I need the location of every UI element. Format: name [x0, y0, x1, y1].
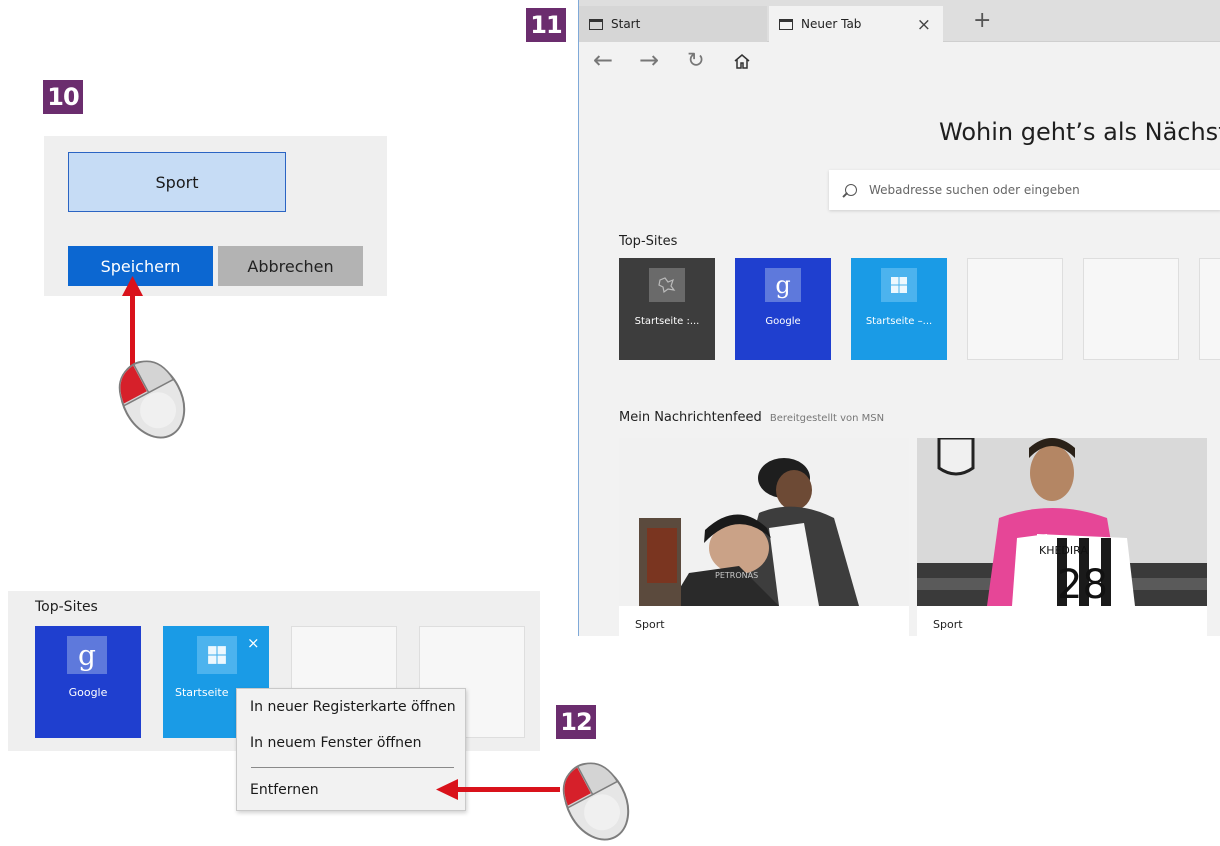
news-image: KHEDIRA 28: [917, 438, 1207, 606]
forward-icon[interactable]: →: [639, 46, 659, 74]
menu-item-open-new-tab[interactable]: In neuer Registerkarte öffnen: [250, 699, 456, 715]
jersey-number: 28: [1057, 562, 1108, 606]
jersey-name: KHEDIRA: [1039, 544, 1088, 557]
top-sites-heading: Top-Sites: [35, 599, 98, 615]
menu-item-remove[interactable]: Entfernen: [250, 782, 319, 798]
tile-label: Startseite: [175, 686, 229, 699]
empty-tile[interactable]: [1199, 258, 1220, 360]
context-menu: In neuer Registerkarte öffnen In neuem F…: [236, 688, 466, 811]
windows-icon: [197, 636, 237, 674]
search-icon: [845, 184, 857, 196]
top-site-tile-startseite[interactable]: Startseite –...: [851, 258, 947, 360]
cancel-button[interactable]: Abbrechen: [218, 246, 363, 286]
tab-label: Start: [611, 17, 641, 31]
svg-text:PETRONAS: PETRONAS: [715, 571, 758, 580]
newsfeed-source: Bereitgestellt von MSN: [769, 413, 885, 424]
page-icon: [779, 18, 793, 30]
news-card[interactable]: PETRONAS Sport: [619, 438, 909, 636]
browser-window: Start Neuer Tab × + ← → ↻ Wohin geht’s a…: [578, 0, 1220, 636]
news-tag: Sport: [933, 618, 963, 631]
mouse-icon: [562, 762, 630, 841]
newsfeed-title: Mein Nachrichtenfeed: [619, 410, 762, 425]
newsfeed-heading: Mein Nachrichtenfeed Bereitgestellt von …: [619, 410, 884, 425]
pointer-arrow-left: [436, 779, 560, 800]
home-icon[interactable]: [733, 53, 751, 69]
step-badge-10: 10: [43, 80, 83, 114]
tab-start[interactable]: Start: [579, 6, 767, 42]
back-icon[interactable]: ←: [593, 46, 613, 74]
page-headline: Wohin geht’s als Nächstes?: [939, 118, 1220, 146]
empty-tile[interactable]: [1083, 258, 1179, 360]
nav-bar: ← → ↻: [579, 42, 1220, 78]
step-badge-12: 12: [556, 705, 596, 739]
top-site-tile-google[interactable]: g Google: [35, 626, 141, 738]
google-icon: g: [765, 268, 801, 302]
tile-label: Google: [765, 316, 801, 327]
edit-dialog: Sport Speichern Abbrechen: [44, 136, 387, 296]
address-search-field[interactable]: Webadresse suchen oder eingeben: [829, 170, 1220, 210]
close-icon[interactable]: ×: [917, 15, 931, 35]
tile-label: Startseite –...: [865, 316, 933, 327]
tab-bar: Start Neuer Tab × +: [579, 0, 1220, 42]
google-icon: g: [67, 636, 107, 674]
tile-label: Google: [68, 686, 108, 699]
empty-tile[interactable]: [967, 258, 1063, 360]
news-tag: Sport: [635, 618, 665, 631]
page-icon: [589, 18, 603, 30]
refresh-icon[interactable]: ↻: [687, 48, 705, 72]
new-tab-icon[interactable]: +: [973, 8, 991, 33]
mouse-icon: [118, 360, 186, 439]
top-site-tile[interactable]: Startseite :...: [619, 258, 715, 360]
tab-label: Neuer Tab: [801, 17, 862, 31]
tile-label: Startseite :...: [634, 316, 700, 327]
step-badge-11: 11: [526, 8, 566, 42]
top-sites-heading: Top-Sites: [619, 234, 678, 249]
tab-new-tab[interactable]: Neuer Tab ×: [769, 6, 943, 42]
top-site-tile-google[interactable]: g Google: [735, 258, 831, 360]
name-input[interactable]: Sport: [68, 152, 286, 212]
news-card[interactable]: KHEDIRA 28 Sport: [917, 438, 1207, 636]
search-placeholder: Webadresse suchen oder eingeben: [869, 183, 1080, 197]
remove-tile-icon[interactable]: ×: [247, 634, 260, 652]
site-favicon-icon: [649, 268, 685, 302]
menu-item-open-new-window[interactable]: In neuem Fenster öffnen: [250, 735, 421, 751]
menu-separator: [251, 767, 454, 768]
news-image: PETRONAS: [619, 438, 909, 606]
windows-icon: [881, 268, 917, 302]
